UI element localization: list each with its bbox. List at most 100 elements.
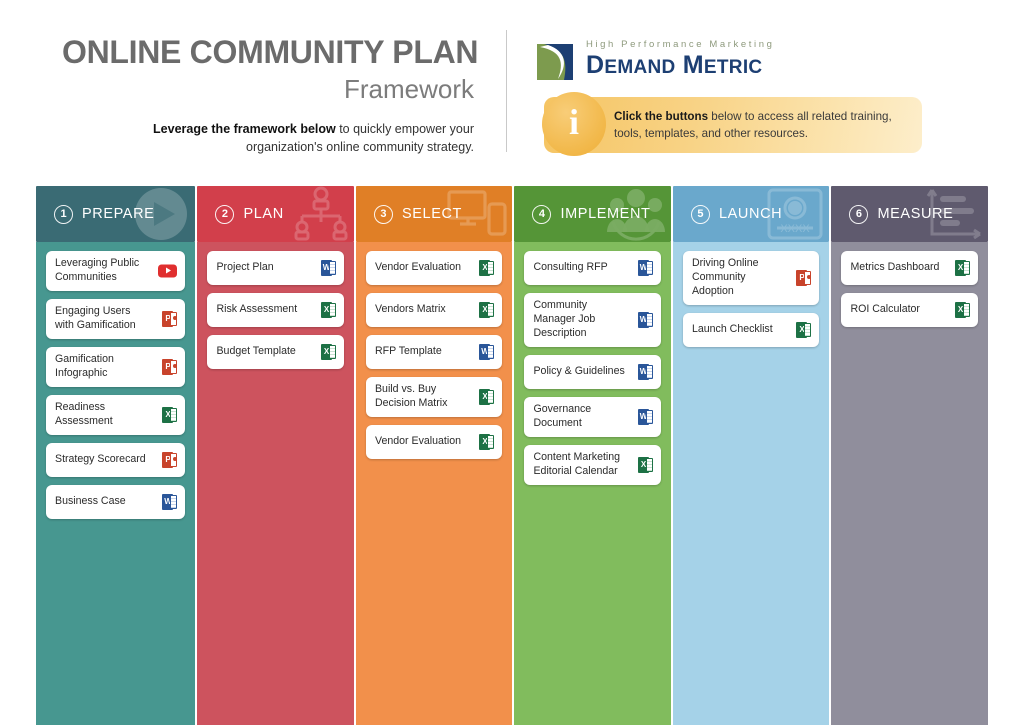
resource-card[interactable]: ROI Calculator X bbox=[841, 293, 978, 327]
resource-card[interactable]: Vendor Evaluation X bbox=[365, 251, 503, 285]
resource-card-icon: P bbox=[796, 269, 812, 286]
resource-card[interactable]: RFP Template W bbox=[365, 335, 503, 369]
resource-card-label: Governance Document bbox=[533, 402, 592, 429]
header-divider bbox=[506, 30, 507, 152]
resource-card-icon: X bbox=[320, 302, 336, 318]
resource-card-label: Project Plan bbox=[216, 261, 274, 274]
excel-icon-page bbox=[328, 345, 336, 359]
excel-icon-page bbox=[487, 389, 495, 404]
resource-card-icon: X bbox=[954, 260, 970, 276]
word-icon: W bbox=[162, 493, 178, 510]
resource-card[interactable]: Readiness Assessment X bbox=[46, 394, 186, 435]
resource-card[interactable]: Vendors Matrix X bbox=[365, 293, 503, 327]
resource-card[interactable]: Gamification Infographic P bbox=[46, 346, 186, 387]
column-launch: 5 LAUNCH XXXX Driving Online Community Adop… bbox=[672, 186, 830, 725]
resource-card[interactable]: Leveraging Public Communities bbox=[46, 251, 186, 291]
excel-icon: X bbox=[954, 302, 970, 318]
resource-card[interactable]: Build vs. Buy Decision Matrix X bbox=[365, 377, 503, 417]
excel-icon: X bbox=[479, 302, 495, 318]
resource-card[interactable]: Project Plan W bbox=[207, 251, 344, 285]
resource-card-label: Strategy Scorecard bbox=[55, 452, 146, 465]
resource-card-label: Consulting RFP bbox=[533, 261, 608, 274]
resource-card-icon: W bbox=[637, 260, 653, 276]
callout-text: Click the buttons below to access all re… bbox=[614, 108, 914, 143]
resource-card-label: RFP Template bbox=[374, 345, 442, 358]
resource-card-label: Metrics Dashboard bbox=[850, 261, 940, 274]
resource-card[interactable]: Business Case W bbox=[46, 484, 186, 519]
resource-card-icon: W bbox=[320, 260, 336, 276]
excel-icon-page bbox=[487, 303, 495, 317]
resource-card-label: Budget Template bbox=[216, 345, 296, 358]
resource-card[interactable]: Risk Assessment X bbox=[207, 293, 344, 327]
resource-card[interactable]: Launch Checklist X bbox=[682, 312, 820, 347]
demand-metric-swoosh-icon bbox=[534, 41, 576, 83]
page-header: ONLINE COMMUNITY PLAN Framework Leverage… bbox=[0, 0, 1024, 170]
resource-card-icon: P bbox=[162, 310, 178, 327]
step-number: 3 bbox=[373, 204, 393, 224]
column-header-plan[interactable]: 2 PLAN bbox=[197, 186, 354, 242]
info-callout: i Click the buttons below to access all … bbox=[542, 92, 922, 156]
org-chart-icon bbox=[292, 186, 350, 242]
resource-card-label: Launch Checklist bbox=[691, 322, 773, 335]
column-implement: 4 IMPLEMENT Consulting RFP W Community Manag… bbox=[514, 186, 671, 725]
step-label: LAUNCH bbox=[718, 206, 783, 222]
column-header-implement[interactable]: 4 IMPLEMENT bbox=[514, 186, 671, 242]
column-header-content: 5 LAUNCH bbox=[673, 204, 783, 224]
column-prepare: 1 PREPARE Leveraging Public Communities Eng… bbox=[36, 186, 196, 725]
resource-card[interactable]: Budget Template X bbox=[207, 335, 344, 369]
step-number: 4 bbox=[532, 204, 552, 224]
resource-card[interactable]: Community Manager Job Description W bbox=[524, 293, 661, 347]
resource-card[interactable]: Content Marketing Editorial Calendar X bbox=[524, 444, 661, 485]
resource-card-icon: X bbox=[479, 388, 495, 405]
demand-metric-wordmark: High Performance Marketing DEMAND METRIC bbox=[586, 40, 775, 78]
resource-card[interactable]: Consulting RFP W bbox=[524, 251, 661, 285]
resource-card[interactable]: Engaging Users with Gamification P bbox=[46, 298, 186, 339]
resource-card[interactable]: Governance Document W bbox=[524, 396, 661, 437]
callout-text-bold: Click the buttons bbox=[614, 110, 709, 123]
resource-card-icon bbox=[158, 264, 178, 278]
resource-card-icon: W bbox=[162, 493, 178, 510]
column-header-content: 1 PREPARE bbox=[36, 204, 154, 224]
word-icon-page bbox=[487, 345, 495, 359]
title-subtitle: Framework bbox=[343, 74, 474, 104]
resource-card-icon: P bbox=[162, 451, 178, 468]
column-header-select[interactable]: 3 SELECT bbox=[355, 186, 513, 242]
column-body-implement: Consulting RFP W Community Manager Job Des… bbox=[514, 242, 671, 725]
resource-card[interactable]: Vendor Evaluation X bbox=[365, 424, 503, 459]
logo-name-m: M bbox=[682, 50, 704, 79]
resource-card-label: Readiness Assessment bbox=[55, 400, 113, 427]
svg-text:XXXX: XXXX bbox=[781, 223, 811, 235]
resource-card-label: Leveraging Public Communities bbox=[55, 257, 140, 283]
resource-card-label: Business Case bbox=[55, 494, 126, 507]
step-number: 5 bbox=[690, 204, 710, 224]
step-label: SELECT bbox=[401, 206, 462, 222]
word-icon: W bbox=[637, 260, 653, 276]
resource-card[interactable]: Strategy Scorecard P bbox=[46, 442, 186, 477]
excel-icon-page bbox=[487, 434, 495, 449]
word-icon-page bbox=[645, 409, 653, 424]
column-header-launch[interactable]: 5 LAUNCH XXXX bbox=[672, 186, 830, 242]
word-icon-page bbox=[645, 312, 653, 327]
resource-card[interactable]: Policy & Guidelines W bbox=[524, 354, 661, 389]
resource-card[interactable]: Driving Online Community Adoption P bbox=[682, 251, 820, 305]
resource-card[interactable]: Metrics Dashboard X bbox=[841, 251, 978, 285]
tagline-bold: Leverage the framework below bbox=[153, 122, 336, 136]
powerpoint-icon: P bbox=[162, 310, 178, 327]
word-icon: W bbox=[637, 408, 653, 425]
tagline: Leverage the framework below to quickly … bbox=[110, 120, 474, 156]
info-icon-glyph: i bbox=[568, 102, 579, 142]
excel-icon: X bbox=[796, 321, 812, 338]
page-title: ONLINE COMMUNITY PLAN Framework bbox=[62, 36, 479, 107]
resource-card-icon: P bbox=[162, 358, 178, 375]
excel-icon: X bbox=[479, 260, 495, 276]
step-number: 2 bbox=[215, 204, 235, 224]
column-header-content: 3 SELECT bbox=[356, 204, 462, 224]
column-header-content: 4 IMPLEMENT bbox=[514, 204, 650, 224]
resource-card-label: Engaging Users with Gamification bbox=[55, 304, 136, 331]
column-header-prepare[interactable]: 1 PREPARE bbox=[36, 186, 196, 242]
column-header-content: 6 MEASURE bbox=[831, 204, 953, 224]
powerpoint-icon-page bbox=[170, 452, 178, 467]
column-header-measure[interactable]: 6 MEASURE bbox=[831, 186, 988, 242]
resource-card-label: Vendor Evaluation bbox=[374, 261, 461, 274]
excel-icon-page bbox=[170, 407, 178, 422]
